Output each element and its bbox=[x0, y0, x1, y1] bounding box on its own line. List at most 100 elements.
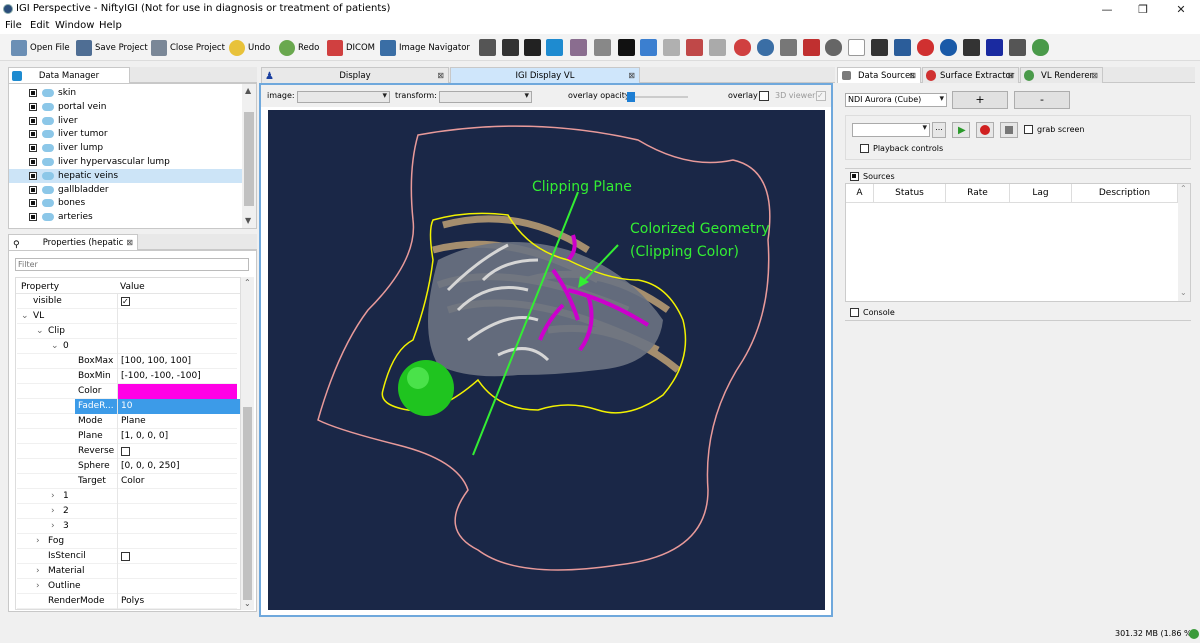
data-node-item[interactable]: arteries bbox=[9, 210, 242, 224]
close-vl-renderer-icon[interactable]: ⊠ bbox=[1091, 68, 1098, 84]
volume-icon[interactable] bbox=[546, 39, 563, 56]
close-tab-icon[interactable]: ⊠ bbox=[126, 235, 133, 251]
play-button[interactable]: ▶ bbox=[952, 122, 970, 138]
close-button[interactable]: ✕ bbox=[1162, 0, 1200, 19]
minimize-button[interactable]: — bbox=[1088, 0, 1126, 19]
data-node-item[interactable]: bones bbox=[9, 196, 242, 210]
expand-arrow-icon[interactable]: › bbox=[51, 489, 55, 504]
overlay-opacity-slider[interactable] bbox=[624, 92, 688, 102]
tab-data-sources[interactable]: Data Sources ⊠ bbox=[837, 67, 921, 83]
close-project-button[interactable]: Close Project bbox=[151, 38, 225, 58]
data-node-item[interactable]: liver bbox=[9, 114, 242, 128]
expand-arrow-icon[interactable]: ⌄ bbox=[36, 324, 44, 339]
redo-button[interactable]: Redo bbox=[279, 38, 319, 58]
probe-icon[interactable] bbox=[663, 39, 680, 56]
grid-icon[interactable] bbox=[594, 39, 611, 56]
value-column-header[interactable]: Value bbox=[120, 282, 145, 292]
property-checkbox[interactable] bbox=[121, 552, 130, 561]
property-row[interactable]: BoxMax [100, 100, 100] bbox=[17, 354, 237, 369]
sources-column-header[interactable]: A bbox=[846, 184, 874, 203]
node-visibility-checkbox[interactable] bbox=[29, 130, 37, 139]
property-checkbox[interactable]: ✓ bbox=[121, 297, 130, 306]
property-row[interactable]: FadeR... 10 bbox=[17, 399, 240, 414]
data-node-item[interactable]: liver hypervascular lump bbox=[9, 155, 242, 169]
playback-controls-checkbox[interactable] bbox=[860, 144, 869, 153]
property-checkbox[interactable] bbox=[121, 447, 130, 456]
close-igi-tab-icon[interactable]: ⊠ bbox=[628, 68, 635, 84]
scroll-up-arrow[interactable]: ▲ bbox=[245, 86, 251, 95]
data-node-item[interactable]: portal vein bbox=[9, 100, 242, 114]
property-row[interactable]: › 1 bbox=[17, 489, 237, 504]
menu-window[interactable]: Window bbox=[55, 20, 94, 31]
data-node-item[interactable]: skin bbox=[9, 86, 242, 100]
console-checkbox[interactable] bbox=[850, 308, 859, 317]
property-value[interactable]: Plane bbox=[121, 414, 146, 429]
props-scroll-down-arrow[interactable]: ⌄ bbox=[244, 599, 251, 608]
browse-button[interactable]: ... bbox=[932, 122, 946, 138]
property-row[interactable]: › Material bbox=[17, 564, 237, 579]
node-visibility-checkbox[interactable] bbox=[29, 89, 37, 97]
props-scroll-thumb[interactable] bbox=[243, 407, 252, 600]
property-row[interactable]: RenderMode Polys bbox=[17, 594, 237, 609]
property-row[interactable]: ⌄ 0 bbox=[17, 339, 237, 354]
property-row[interactable]: IsStencil bbox=[17, 549, 237, 564]
record-button[interactable] bbox=[976, 122, 994, 138]
property-row[interactable]: › Fog bbox=[17, 534, 237, 549]
tab-properties[interactable]: ⚲ Properties (hepatic veins) ⊠ bbox=[8, 234, 138, 264]
menu-edit[interactable]: Edit bbox=[30, 20, 49, 31]
property-row[interactable]: Color bbox=[17, 384, 237, 399]
list-icon[interactable] bbox=[709, 39, 726, 56]
property-row[interactable]: Target Color bbox=[17, 474, 237, 489]
measure-icon[interactable] bbox=[479, 39, 496, 56]
property-value[interactable]: Color bbox=[121, 474, 145, 489]
expand-arrow-icon[interactable]: ⌄ bbox=[21, 309, 29, 324]
image-combo[interactable] bbox=[297, 91, 390, 103]
sphere-icon[interactable] bbox=[940, 39, 957, 56]
data-node-item[interactable]: liver lump bbox=[9, 141, 242, 155]
footprint-icon[interactable] bbox=[618, 39, 635, 56]
property-row[interactable]: Sphere [0, 0, 0, 250] bbox=[17, 459, 237, 474]
transform-combo[interactable] bbox=[439, 91, 532, 103]
data-node-item[interactable]: hepatic veins bbox=[9, 168, 242, 183]
scissors-icon[interactable] bbox=[780, 39, 797, 56]
property-row[interactable]: Reverse bbox=[17, 444, 237, 459]
node-visibility-checkbox[interactable] bbox=[29, 158, 37, 166]
property-column-header[interactable]: Property bbox=[21, 282, 59, 292]
grab-screen-checkbox[interactable] bbox=[1024, 125, 1033, 134]
tab-data-manager[interactable]: Data Manager bbox=[8, 67, 130, 83]
property-row[interactable]: › 2 bbox=[17, 504, 237, 519]
node-visibility-checkbox[interactable] bbox=[29, 199, 37, 208]
pin-icon[interactable] bbox=[734, 39, 751, 56]
scroll-thumb[interactable] bbox=[244, 112, 254, 206]
scroll-down-arrow[interactable]: ▼ bbox=[245, 216, 251, 225]
expand-arrow-icon[interactable]: ⌄ bbox=[51, 339, 59, 354]
filter-input[interactable] bbox=[15, 258, 249, 271]
expand-arrow-icon[interactable]: › bbox=[36, 579, 40, 594]
tab-vl-renderer[interactable]: VL Renderer ⊠ bbox=[1020, 67, 1103, 83]
play-icon[interactable] bbox=[640, 39, 657, 56]
sources-column-header[interactable]: Rate bbox=[946, 184, 1010, 203]
property-row[interactable]: visible ✓ bbox=[17, 294, 237, 309]
network-icon[interactable] bbox=[894, 39, 911, 56]
property-row[interactable]: Mode Plane bbox=[17, 414, 237, 429]
recording-combo[interactable] bbox=[852, 123, 930, 137]
node-visibility-checkbox[interactable] bbox=[29, 171, 37, 180]
open-file-button[interactable]: Open File bbox=[11, 38, 70, 58]
stop-button[interactable] bbox=[1000, 122, 1018, 138]
property-value[interactable]: [100, 100, 100] bbox=[121, 354, 191, 369]
undo-button[interactable]: Undo bbox=[229, 38, 270, 58]
color-swatch[interactable] bbox=[118, 384, 237, 399]
property-row[interactable]: ⌄ Clip bbox=[17, 324, 237, 339]
property-row[interactable]: › Outline bbox=[17, 579, 237, 594]
props-scroll-up-arrow[interactable]: ⌃ bbox=[244, 278, 251, 287]
overlay-checkbox[interactable] bbox=[759, 91, 769, 101]
node-visibility-checkbox[interactable] bbox=[29, 116, 37, 125]
menu-help[interactable]: Help bbox=[99, 20, 122, 31]
data-node-item[interactable]: liver tumor bbox=[9, 127, 242, 141]
marker-icon[interactable] bbox=[803, 39, 820, 56]
node-visibility-checkbox[interactable] bbox=[29, 102, 37, 111]
properties-scrollbar[interactable]: ⌃ ⌄ bbox=[241, 277, 254, 610]
property-row[interactable]: ⌄ VL bbox=[17, 309, 237, 324]
property-value[interactable]: 10 bbox=[121, 399, 132, 414]
tab-display[interactable]: ♟ Display ⊠ bbox=[261, 67, 449, 83]
